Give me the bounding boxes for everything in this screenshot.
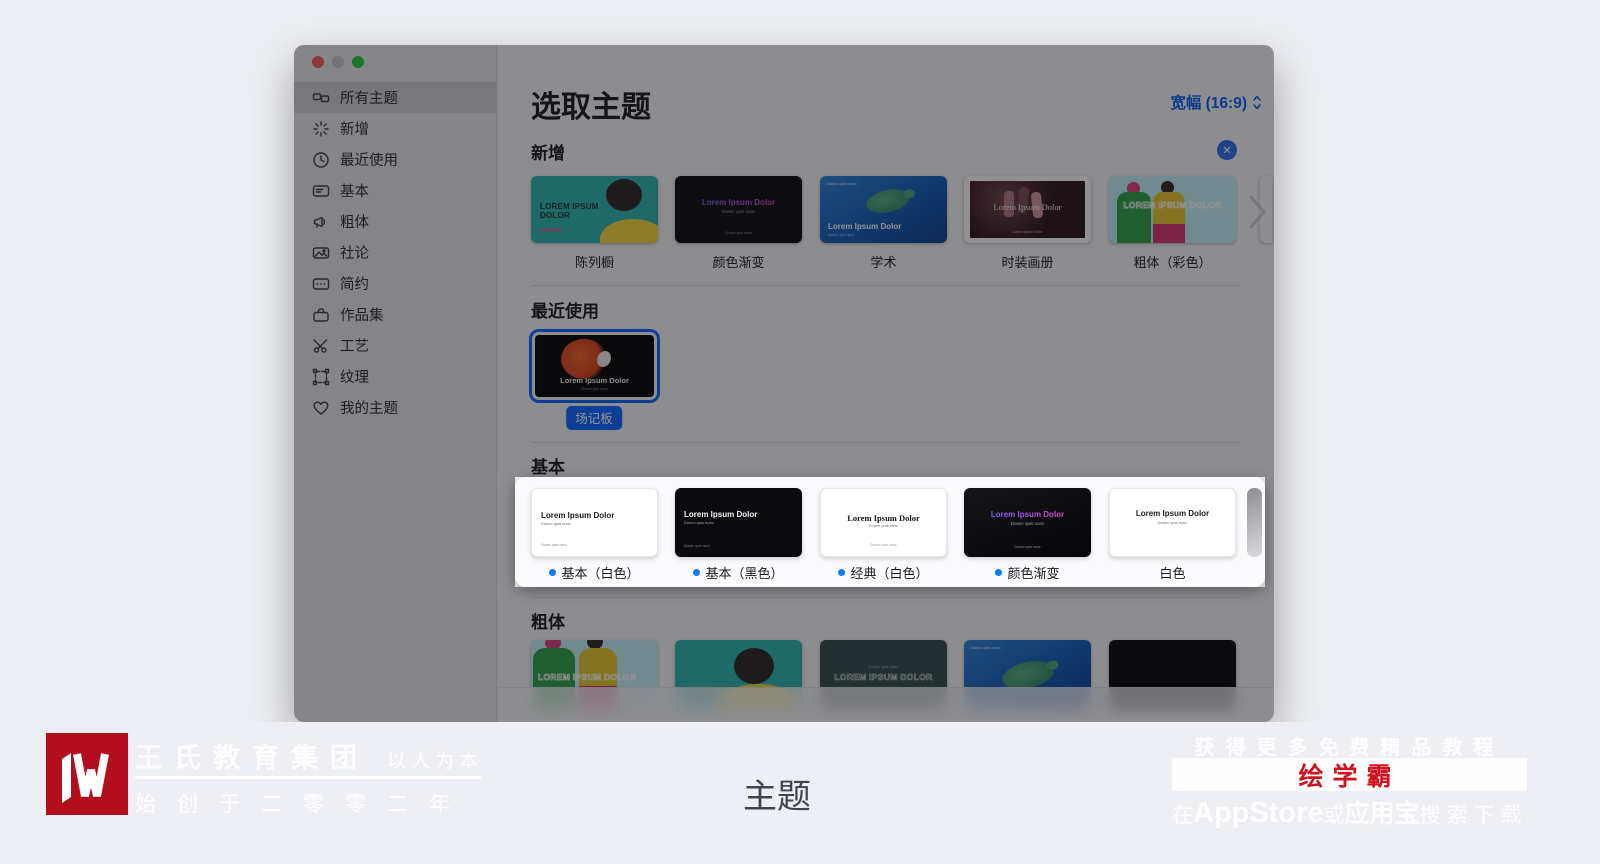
scrollbar-thumb[interactable]: [1247, 488, 1262, 557]
theme-card-classic-white[interactable]: Lorem Ipsum Dolor Donec quis nunc Donec …: [820, 488, 947, 557]
blue-dot-icon: [549, 569, 557, 576]
dim-overlay: [294, 45, 1274, 477]
theme-card-basic-black[interactable]: Lorem Ipsum Dolor Donec quis nunc Donec …: [675, 488, 802, 557]
theme-card-basic-white[interactable]: Lorem Ipsum Dolor Donec quis nunc Donec …: [531, 488, 658, 557]
theme-label: 白色: [1159, 566, 1186, 581]
theme-chooser-window: 所有主题 新增 最近使用 基本 粗体 社论 简约 作品集 工艺 纹理 我的主题 …: [294, 45, 1274, 722]
theme-label: 基本（黑色）: [675, 563, 802, 582]
preview-text: Donec quis nunc: [868, 523, 899, 528]
basic-themes-spotlight-row: Lorem Ipsum Dolor Donec quis nunc Donec …: [515, 477, 1265, 587]
dim-overlay: [294, 587, 1274, 722]
theme-label: 颜色渐变: [964, 563, 1091, 582]
preview-text: Donec quis nunc: [684, 520, 714, 525]
appstore-name: AppStore: [1193, 797, 1324, 829]
preview-text: Lorem Ipsum Dolor: [1135, 509, 1210, 518]
theme-card-white[interactable]: Lorem Ipsum Dolor Donec quis nunc: [1109, 488, 1236, 557]
theme-card-color-gradient[interactable]: Lorem Ipsum Dolor Donec quis nunc Donec …: [964, 488, 1091, 557]
blue-dot-icon: [995, 569, 1003, 576]
preview-text: Donec quis nunc: [541, 543, 568, 547]
dim-overlay: [294, 477, 515, 587]
blue-dot-icon: [693, 569, 701, 576]
preview-text: Lorem Ipsum Dolor: [684, 510, 758, 519]
preview-text: Donec quis nunc: [870, 543, 897, 547]
lesson-title: 主题: [743, 778, 811, 816]
preview-text: Donec quis nunc: [541, 521, 571, 526]
preview-text: Lorem Ipsum Dolor: [541, 511, 615, 520]
preview-text: Lorem Ipsum Dolor: [964, 510, 1091, 519]
preview-text: Donec quis nunc: [1157, 520, 1188, 525]
divider-line: [135, 776, 481, 779]
company-since: 始创于二零零二年: [135, 793, 471, 816]
preview-text: Donec quis nunc: [1010, 521, 1045, 526]
dim-overlay: [1265, 477, 1274, 587]
app-name-banner: 绘学霸: [1172, 758, 1527, 791]
theme-label: 基本（白色）: [531, 563, 658, 582]
screen: 所有主题 新增 最近使用 基本 粗体 社论 简约 作品集 工艺 纹理 我的主题 …: [0, 0, 1600, 864]
company-name: 王氏教育集团: [135, 743, 369, 773]
preview-text: Donec quis nunc: [684, 544, 711, 548]
app-name: 绘学霸: [1298, 762, 1401, 791]
company-logo: [46, 733, 128, 815]
blue-dot-icon: [838, 569, 846, 576]
preview-text: Lorem Ipsum Dolor: [847, 513, 920, 523]
download-instructions: 在AppStore或应用宝搜索下载: [1172, 797, 1528, 829]
company-text-block: 王氏教育集团 以人为本: [135, 736, 483, 775]
branding-bar: 王氏教育集团 以人为本 始创于二零零二年 主题 获得更多免费精品教程 绘学霸 在…: [0, 722, 1600, 864]
store2-name: 应用宝: [1344, 800, 1420, 828]
company-slogan: 以人为本: [387, 751, 484, 772]
theme-label: 经典（白色）: [820, 563, 947, 582]
preview-text: Donec quis nunc: [1014, 545, 1041, 549]
